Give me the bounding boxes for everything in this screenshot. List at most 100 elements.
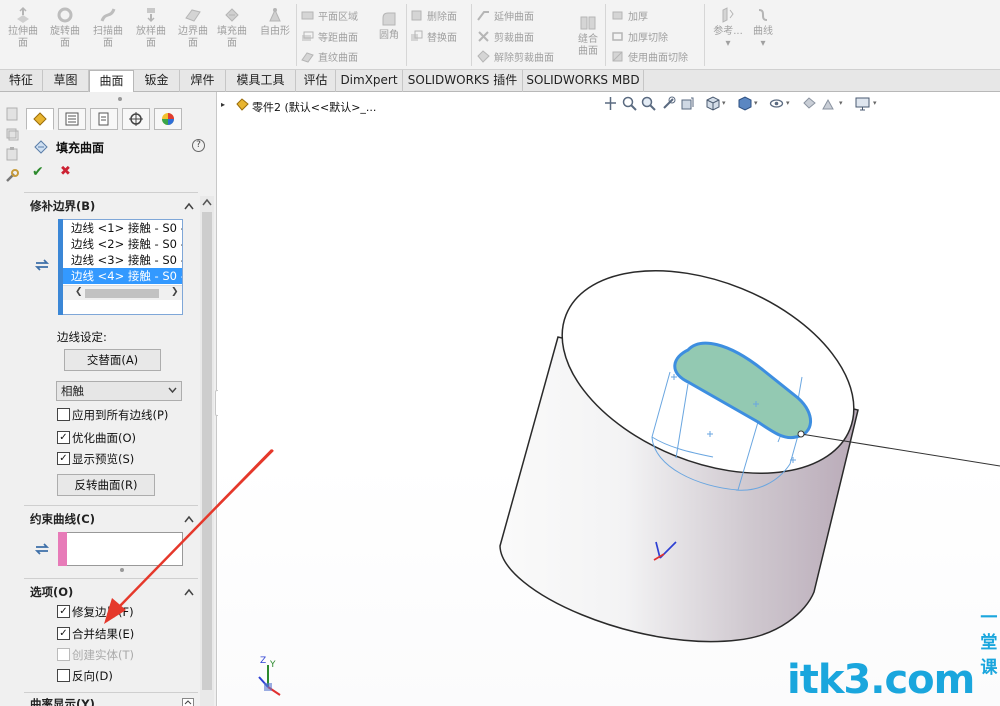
ribbon: 拉伸曲 面 旋转曲 面 扫描曲 面 放样曲 面 边界曲 面 填充曲 面 自由形 … [0,0,1000,70]
knit-surface-button[interactable]: 缝合 曲面 [574,14,602,72]
graphics-area[interactable]: ▸ 零件2 (默认<<默认>_... ▾ ▾ ▾ ▾ ▾ Z Y [218,92,1000,706]
section-divider [24,578,198,579]
list-scroll-thumb[interactable] [85,289,159,298]
reverse-direction-icon[interactable] [33,258,51,272]
untrim-surface-button[interactable]: 解除剪裁曲面 [477,47,554,65]
list-item[interactable]: 边线 <2> 接触 - S0 - [59,236,182,252]
alternate-face-button[interactable]: 交替面(A) [64,349,161,371]
fillet-button[interactable]: 圆角 [374,10,404,68]
collapse-icon[interactable] [184,202,194,210]
panel-title: 填充曲面 [56,141,105,155]
ruled-surface-button[interactable]: 直纹曲面 [301,47,358,65]
freeform-button[interactable]: 自由形 [256,6,294,64]
model-view-svg[interactable]: Z Y [218,92,1000,706]
tab-weldments[interactable]: 焊件 [180,70,226,92]
constraint-color-bar [58,532,67,566]
extend-surface-button[interactable]: 延伸曲面 [477,6,534,24]
cancel-button[interactable]: ✖ [60,164,71,179]
scroll-left-icon[interactable]: ❮ [75,287,83,297]
watermark-slogan: 一堂课 [980,608,999,678]
clipboard-icon[interactable] [4,146,20,162]
extruded-surface-button[interactable]: 拉伸曲 面 [6,6,40,64]
options-heading[interactable]: 选项(O) [30,584,73,600]
lofted-surface-button[interactable]: 放样曲 面 [134,6,168,64]
surface-cut-button[interactable]: 使用曲面切除 [611,47,688,65]
document-icon[interactable] [4,106,20,122]
thicken-button[interactable]: 加厚 [611,6,648,24]
trim-surface-button[interactable]: 剪裁曲面 [477,27,534,45]
watermark-domain: itk3.com [787,657,975,703]
tab-sketch[interactable]: 草图 [43,70,89,92]
revolved-surface-button[interactable]: 旋转曲 面 [48,6,82,64]
reference-geometry-button[interactable]: 参考... ▾ [708,6,748,64]
ribbon-separator [605,4,606,66]
reverse-direction-icon[interactable] [33,542,51,556]
tab-dimxpert[interactable]: DimXpert [336,70,403,92]
wrench-icon[interactable] [4,168,20,184]
tab-property-manager[interactable] [58,108,86,130]
watermark-logo: itk3.com 一堂课 [787,608,1000,703]
thickened-cut-button[interactable]: 加厚切除 [611,27,668,45]
boundary-surface-icon [185,9,201,22]
tab-display-manager[interactable] [154,108,182,130]
help-icon[interactable]: ? [192,139,205,152]
scroll-up-icon[interactable] [202,198,212,206]
sweep-surface-icon [100,8,116,22]
curves-button[interactable]: 曲线 ▾ [748,6,778,64]
create-solid-checkbox[interactable] [57,648,70,661]
surface-cut-icon [612,51,623,61]
tab-sheet-metal[interactable]: 钣金 [134,70,180,92]
list-item[interactable]: 边线 <3> 接触 - S0 - [59,252,182,268]
collapse-icon[interactable] [184,515,194,523]
scroll-right-icon[interactable]: ❯ [171,287,179,297]
apply-all-edges-checkbox[interactable] [57,408,70,421]
patch-boundary-heading[interactable]: 修补边界(B) [30,198,95,214]
offset-surface-button[interactable]: 等距曲面 [301,27,358,45]
tab-solidworks-mbd[interactable]: SOLIDWORKS MBD [523,70,644,92]
tab-surfaces[interactable]: 曲面 [89,70,134,93]
tab-solidworks-addins[interactable]: SOLIDWORKS 插件 [403,70,523,92]
replace-face-button[interactable]: 替换面 [410,27,457,45]
tab-configuration-manager[interactable] [90,108,118,130]
tab-feature-manager[interactable] [26,108,54,130]
tab-mold-tools[interactable]: 模具工具 [226,70,296,92]
command-manager-tabs: 特征 草图 曲面 钣金 焊件 模具工具 评估 DimXpert SOLIDWOR… [0,70,1000,93]
constraint-curves-heading[interactable]: 约束曲线(C) [30,511,95,527]
curvature-display-heading[interactable]: 曲率显示(Y) [30,696,95,706]
expand-icon[interactable] [182,698,194,706]
optimize-surface-checkbox[interactable]: ✓ [57,431,70,444]
untrim-surface-icon [477,49,490,63]
list-horizontal-scrollbar[interactable]: ❮ ❯ [59,285,182,300]
planar-surface-button[interactable]: 平面区域 [301,6,358,24]
reverse-checkbox[interactable] [57,669,70,682]
tab-evaluate[interactable]: 评估 [296,70,336,92]
stack-icon[interactable] [4,126,20,142]
configuration-icon [98,112,109,126]
replace-face-icon [411,30,423,41]
collapse-icon[interactable] [184,588,194,596]
extend-surface-icon [477,10,489,21]
constraint-curves-list[interactable] [58,532,183,566]
filled-surface-button[interactable]: 填充曲 面 [215,6,249,64]
ok-button[interactable]: ✔ [32,164,44,180]
curvature-condition-select[interactable]: 相触 [56,381,182,401]
swept-surface-button[interactable]: 扫描曲 面 [91,6,125,64]
panel-scrollbar-thumb[interactable] [202,212,212,690]
merge-result-checkbox[interactable]: ✓ [57,627,70,640]
reverse-surface-button[interactable]: 反转曲面(R) [57,474,155,496]
fix-boundary-checkbox[interactable]: ✓ [57,605,70,618]
panel-resize-grip[interactable] [118,97,122,101]
list-item-selected[interactable]: 边线 <4> 接触 - S0 - [59,268,182,284]
axis-label-z: Z [260,656,266,666]
patch-boundary-list[interactable]: 边线 <1> 接触 - S0 - 边线 <2> 接触 - S0 - 边线 <3>… [58,219,183,315]
tab-features[interactable]: 特征 [0,70,43,92]
show-preview-checkbox[interactable]: ✓ [57,452,70,465]
boundary-surface-button[interactable]: 边界曲 面 [176,6,210,64]
curves-icon [758,9,768,21]
list-item[interactable]: 边线 <1> 接触 - S0 - [59,220,182,236]
panel-scrollbar[interactable] [200,196,214,706]
crosshair-icon [129,112,143,126]
list-resize-grip[interactable] [120,568,124,572]
delete-face-button[interactable]: 删除面 [410,6,457,24]
tab-dimxpert-manager[interactable] [122,108,150,130]
